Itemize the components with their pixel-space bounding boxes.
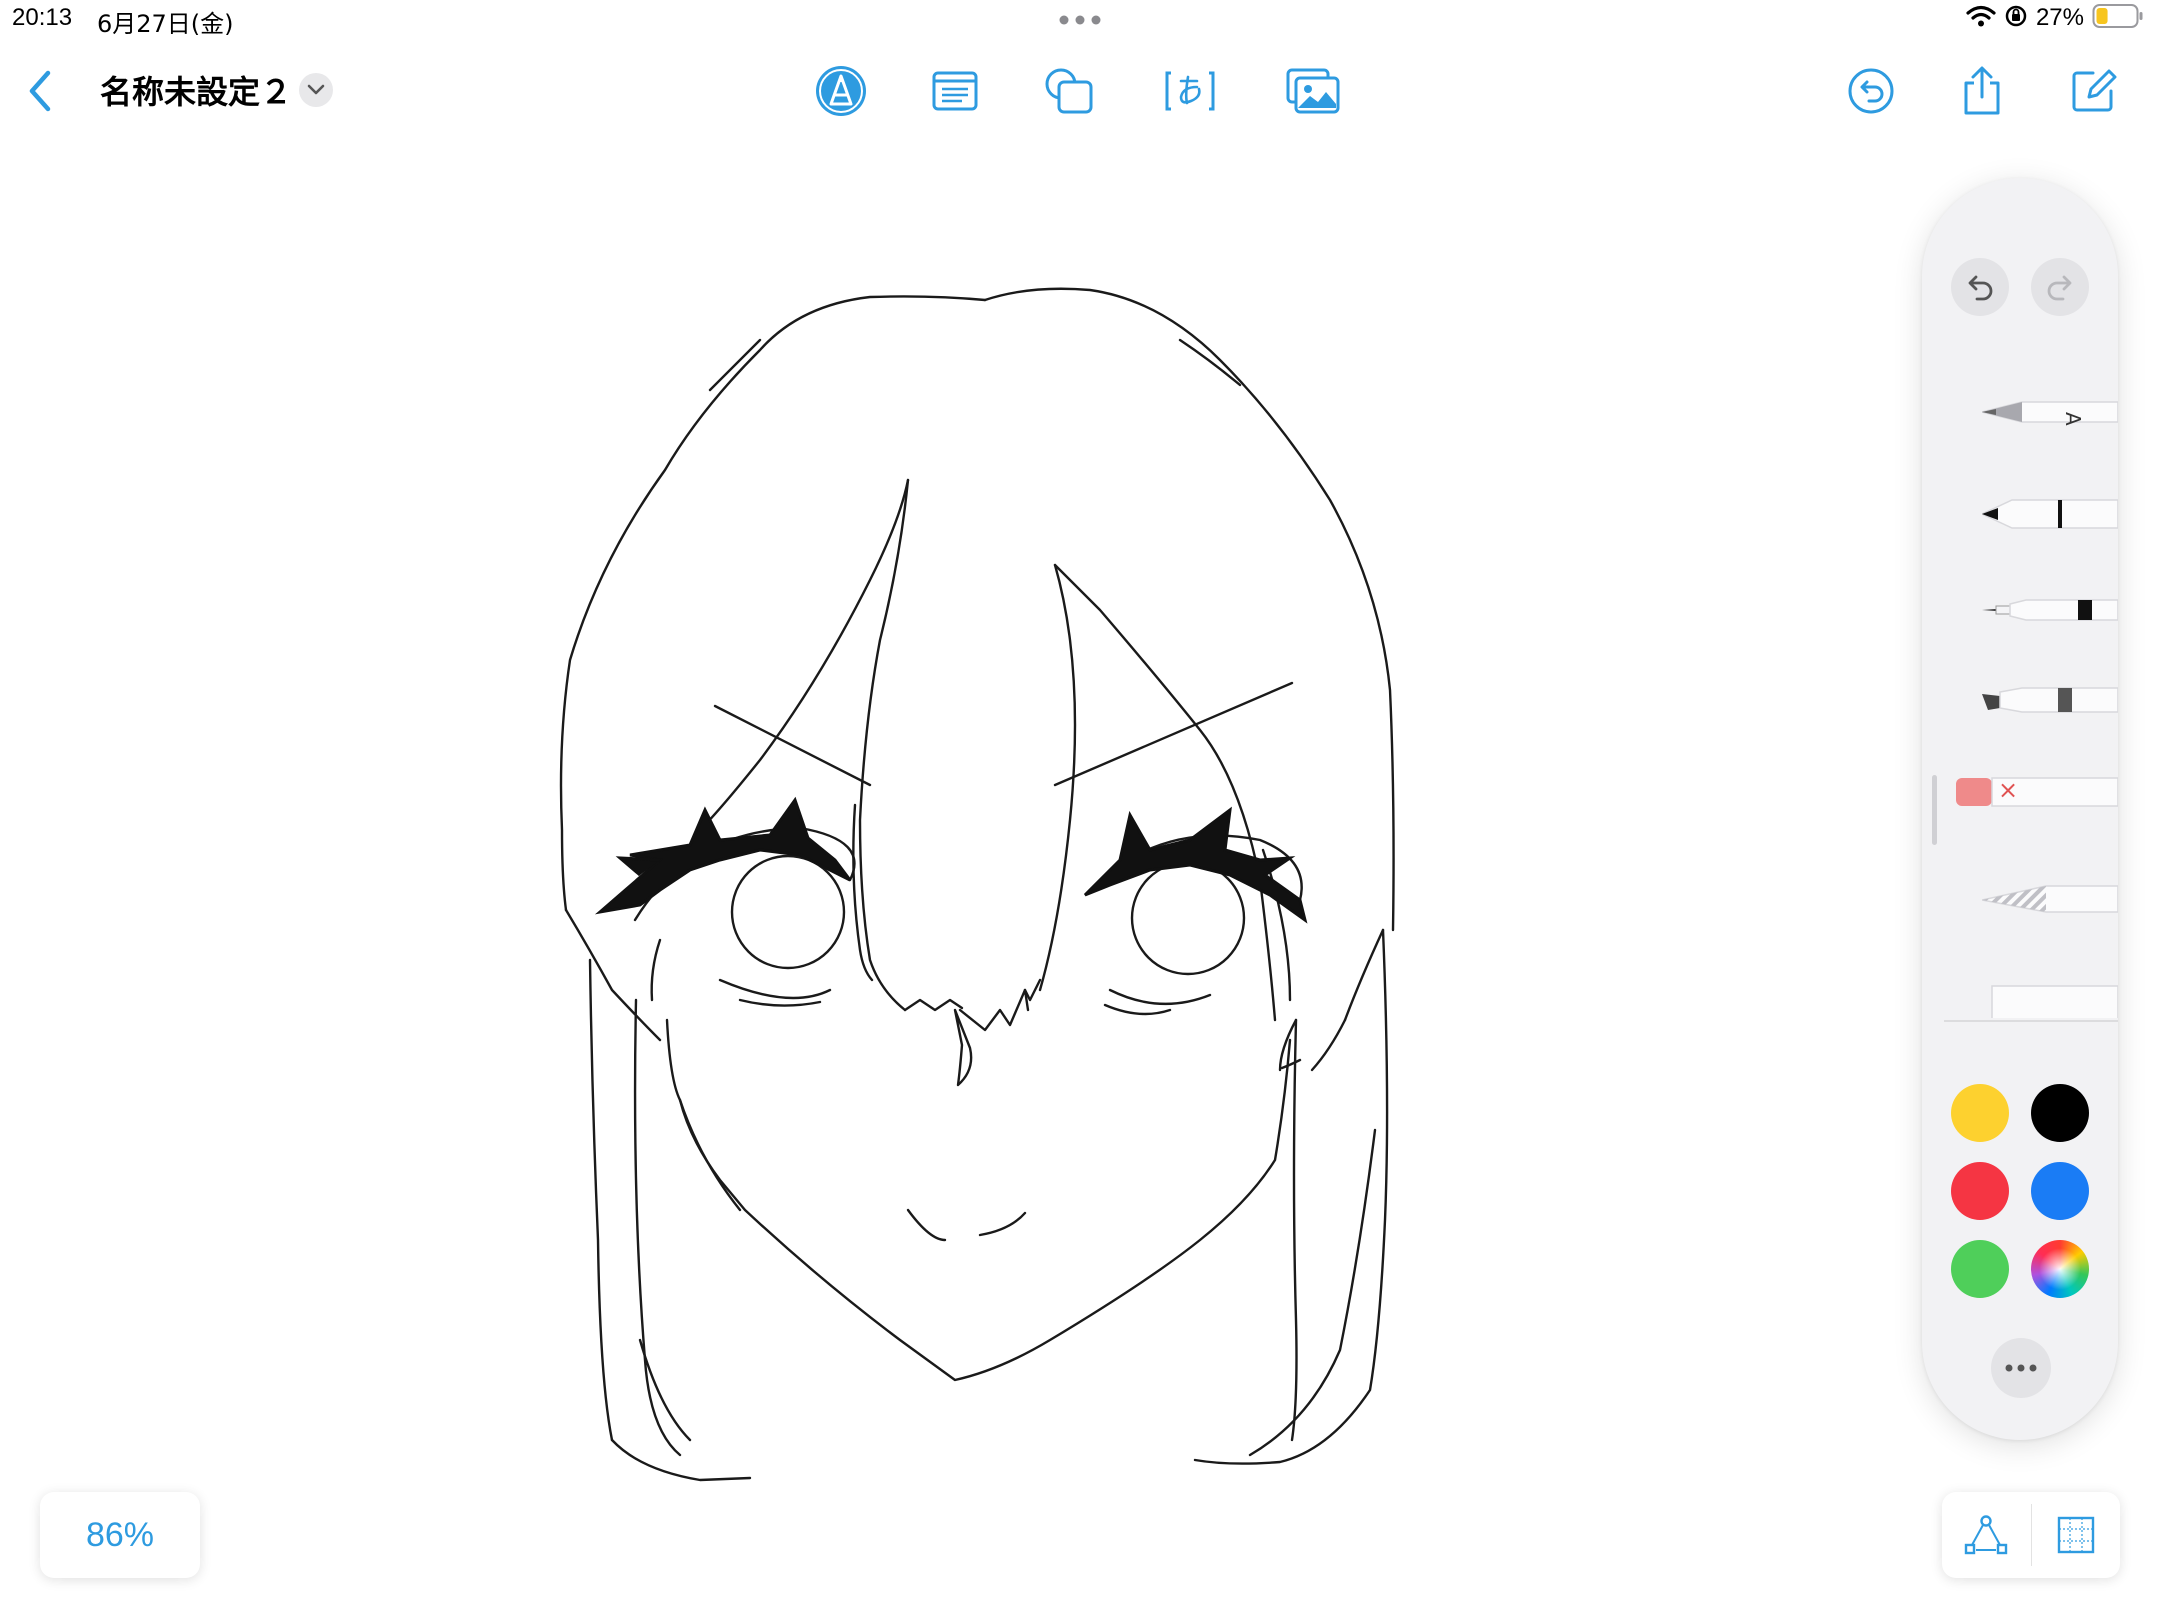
sketch-drawing <box>559 287 1395 1482</box>
color-swatch-red[interactable] <box>1951 1162 2009 1220</box>
drawing-canvas[interactable] <box>0 130 2160 1530</box>
color-swatch-yellow[interactable] <box>1951 1084 2009 1142</box>
eraser-mark: × <box>1998 776 2019 804</box>
pencil-a-icon: A <box>1981 401 2118 426</box>
pencil-tip-icon <box>816 66 866 116</box>
undo-icon <box>1968 275 1993 301</box>
multitasking-dots-icon[interactable] <box>1058 12 1102 31</box>
ruler-icon <box>1991 985 2118 1027</box>
chevron-down-icon <box>307 84 325 95</box>
grid-icon <box>2057 1516 2094 1554</box>
palette-divider <box>1944 1020 2118 1022</box>
text-box-button[interactable] <box>927 63 983 119</box>
color-swatch-green[interactable] <box>1951 1240 2009 1298</box>
status-time: 20:13 <box>12 4 73 31</box>
highlighter-icon <box>1982 687 2118 713</box>
pen-tool-button[interactable] <box>813 63 869 119</box>
eraser-tool[interactable]: × <box>1952 762 2118 822</box>
handwriting-to-text-button[interactable] <box>1162 63 1218 119</box>
palette-undo-button[interactable] <box>1951 258 2009 316</box>
share-icon <box>1964 66 2000 115</box>
color-wheel-button[interactable] <box>2031 1240 2089 1298</box>
status-bar: 20:13 6月27日(金) 27% <box>0 0 2160 40</box>
palette-more-button[interactable] <box>1991 1338 2051 1398</box>
photo-icon <box>1286 68 1340 114</box>
kana-text-icon <box>1165 71 1215 111</box>
back-button[interactable] <box>22 67 58 115</box>
undo-circle-icon <box>1848 68 1894 114</box>
status-right: 27% <box>1966 3 2144 33</box>
fineliner-icon <box>1982 599 2118 621</box>
chevron-left-icon <box>29 70 51 112</box>
vector-nodes-icon <box>1965 1515 2008 1555</box>
shapes-icon <box>1045 68 1093 114</box>
shapes-button[interactable] <box>1041 63 1097 119</box>
palette-redo-button[interactable] <box>2031 258 2089 316</box>
status-date: 6月27日(金) <box>97 10 234 38</box>
fineliner-tool[interactable] <box>1982 574 2118 634</box>
battery-icon <box>2092 3 2144 33</box>
title-menu-button[interactable] <box>299 73 333 107</box>
revision-history-button[interactable] <box>1843 63 1899 119</box>
shape-recognition-button[interactable] <box>1942 1492 2031 1578</box>
redo-icon <box>2047 275 2072 301</box>
bottom-right-controls <box>1942 1492 2120 1578</box>
wifi-icon <box>1966 4 1996 32</box>
orientation-lock-icon <box>2004 4 2028 32</box>
palette-drag-handle[interactable] <box>1932 775 1937 845</box>
compose-icon <box>2072 69 2117 112</box>
color-swatch-blue[interactable] <box>2031 1162 2089 1220</box>
text-box-icon <box>932 71 978 111</box>
share-button[interactable] <box>1954 63 2010 119</box>
zoom-level-button[interactable]: 86% <box>40 1492 200 1578</box>
handwriting-pencil-tool[interactable]: A <box>1981 382 2118 442</box>
insert-image-button[interactable] <box>1285 63 1341 119</box>
eraser-icon <box>1956 777 2118 807</box>
grid-toggle-button[interactable] <box>2032 1492 2121 1578</box>
pen-tool[interactable] <box>1980 482 2118 542</box>
tool-palette: A × <box>1922 178 2118 1440</box>
top-toolbar: 名称未設定２ <box>0 55 2160 125</box>
lasso-icon <box>1981 885 2118 913</box>
new-note-button[interactable] <box>2065 63 2121 119</box>
lasso-tool[interactable] <box>1981 866 2118 926</box>
color-swatch-black[interactable] <box>2031 1084 2089 1142</box>
color-wheel-center <box>2039 1248 2081 1290</box>
svg-text:A: A <box>2061 412 2085 426</box>
marker-tool[interactable] <box>1982 666 2118 726</box>
ellipsis-icon <box>2005 1364 2037 1372</box>
ruler-tool[interactable] <box>1982 968 2118 1027</box>
battery-percent: 27% <box>2035 4 2084 31</box>
document-title[interactable]: 名称未設定２ <box>100 67 292 113</box>
pen-icon <box>1980 499 2118 529</box>
